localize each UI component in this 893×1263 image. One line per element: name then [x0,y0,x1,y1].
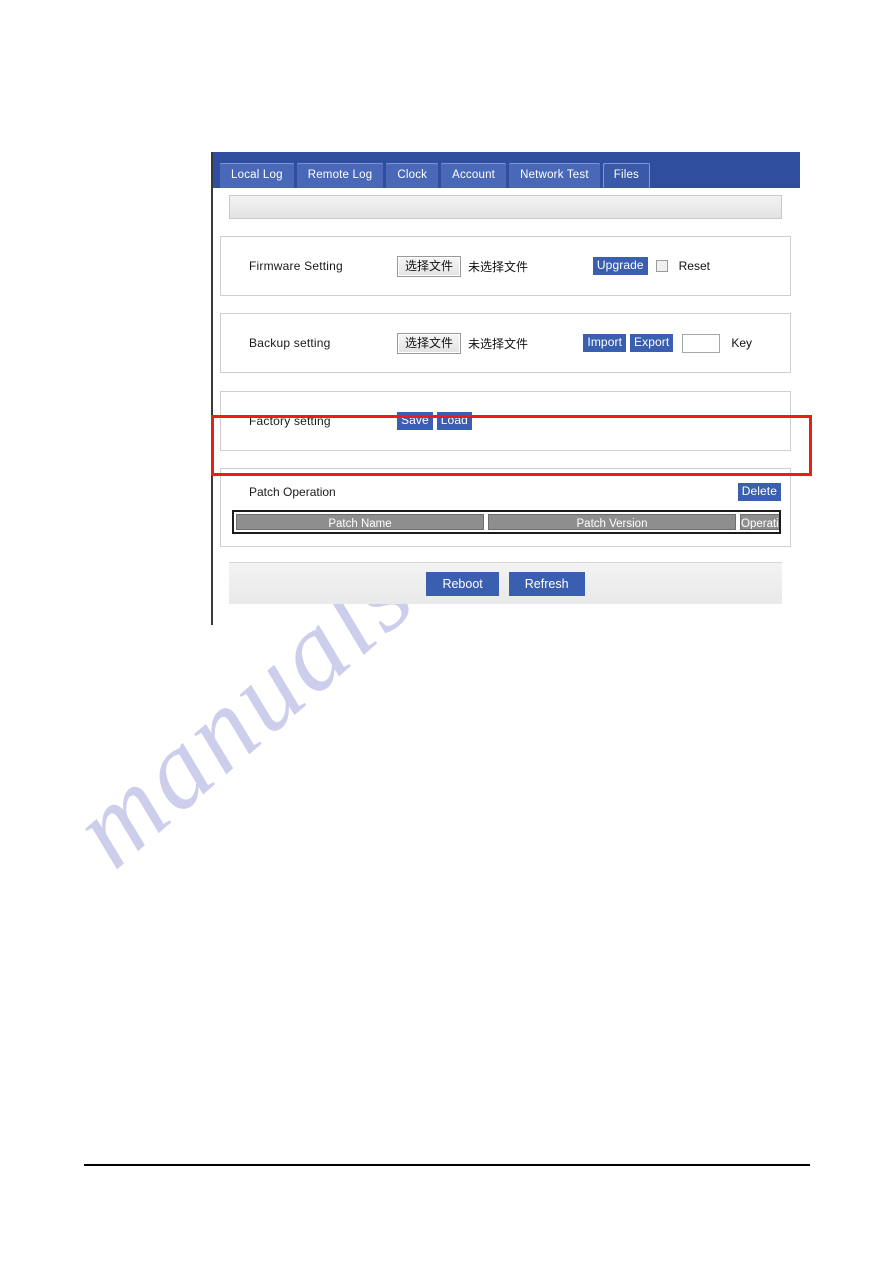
panel-body [211,195,800,219]
firmware-file-chooser[interactable]: 选择文件 未选择文件 [397,255,529,277]
patch-table-header-name: Patch Name [236,514,484,530]
tab-network-test[interactable]: Network Test [509,163,600,188]
backup-choose-file-button[interactable]: 选择文件 [397,332,462,354]
patch-table-header-operation: Operation [740,514,779,530]
page-action-bar: Reboot Refresh [229,562,782,604]
backup-setting-row: Backup setting 选择文件 未选择文件 Import Export … [221,314,790,372]
factory-setting-label: Factory setting [249,414,331,428]
backup-setting-label: Backup setting [249,336,331,350]
patch-operation-title: Patch Operation [249,485,336,499]
backup-file-status: 未选择文件 [468,336,529,351]
firmware-setting-label: Firmware Setting [249,259,343,273]
firmware-setting-section: Firmware Setting 选择文件 未选择文件 Upgrade Rese… [220,236,791,296]
tab-clock[interactable]: Clock [386,163,439,188]
reset-label: Reset [678,259,710,273]
factory-load-button[interactable]: Load [436,412,472,430]
patch-table-header-version: Patch Version [488,514,736,530]
tab-account[interactable]: Account [441,163,507,188]
factory-setting-row: Factory setting Save Load [221,392,790,450]
tab-files[interactable]: Files [602,163,650,188]
frame-left-border [211,152,213,625]
factory-setting-section: Factory setting Save Load [220,391,791,451]
patch-delete-button[interactable]: Delete [737,483,781,501]
patch-operation-section: Patch Operation Delete Patch Name Patch … [220,468,791,547]
firmware-choose-file-button[interactable]: 选择文件 [397,255,462,277]
import-button[interactable]: Import [583,334,627,352]
factory-save-button[interactable]: Save [397,412,433,430]
reset-checkbox[interactable] [655,260,668,272]
firmware-file-status: 未选择文件 [468,259,529,274]
device-web-ui-panel: Local Log Remote Log Clock Account Netwo… [211,152,800,604]
footer-rule [84,1164,810,1166]
backup-key-label: Key [731,336,752,350]
tab-local-log[interactable]: Local Log [220,163,294,188]
backup-file-chooser[interactable]: 选择文件 未选择文件 [397,332,529,354]
backup-key-input[interactable] [682,333,721,353]
settings-sections: Firmware Setting 选择文件 未选择文件 Upgrade Rese… [211,236,800,604]
toolbar-strip [229,195,782,219]
upgrade-button[interactable]: Upgrade [592,257,648,275]
export-button[interactable]: Export [630,334,674,352]
tab-remote-log[interactable]: Remote Log [296,163,384,188]
backup-actions: Import Export Key [583,333,790,353]
backup-setting-section: Backup setting 选择文件 未选择文件 Import Export … [220,313,791,373]
firmware-setting-row: Firmware Setting 选择文件 未选择文件 Upgrade Rese… [221,237,790,295]
patch-table: Patch Name Patch Version Operation [232,510,781,534]
reboot-button[interactable]: Reboot [426,571,499,596]
tab-bar: Local Log Remote Log Clock Account Netwo… [211,152,800,188]
refresh-button[interactable]: Refresh [508,571,585,596]
firmware-actions: Upgrade Reset [592,257,790,275]
patch-operation-header: Patch Operation Delete [221,469,790,501]
